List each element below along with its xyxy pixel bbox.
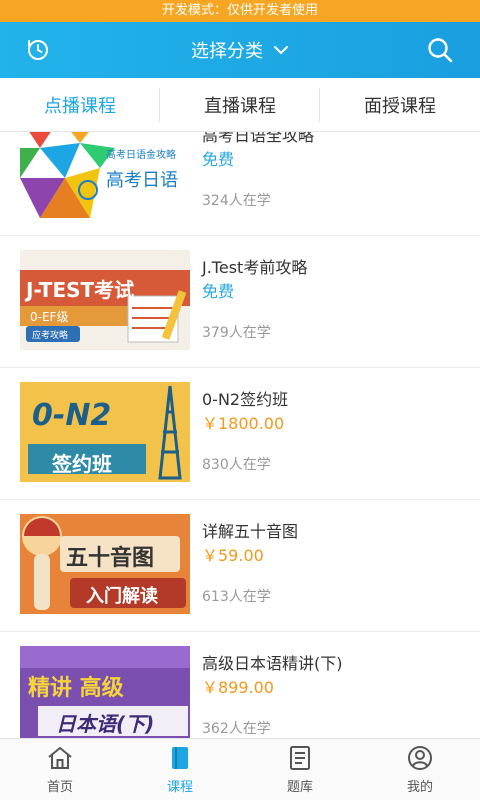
tab-label: 直播课程 — [204, 95, 276, 117]
tab-label: 点播课程 — [44, 95, 116, 117]
bottom-navigation: 首页 课程 题库 我的 — [0, 738, 480, 800]
thumbnail-title: 五十音图 — [66, 546, 155, 571]
thumbnail-subtitle: 日本语(下) — [56, 712, 155, 736]
user-icon — [408, 746, 432, 770]
nav-label: 课程 — [166, 780, 193, 795]
course-price: 免费 — [202, 282, 235, 301]
tab-on-demand[interactable]: 点播课程 — [0, 78, 160, 131]
course-title: 详解五十音图 — [202, 522, 299, 541]
nav-label: 题库 — [286, 780, 313, 795]
search-icon[interactable] — [426, 36, 454, 64]
document-icon — [290, 746, 310, 770]
course-students: 324人在学 — [202, 193, 271, 209]
nav-home[interactable]: 首页 — [0, 739, 120, 800]
nav-question-bank[interactable]: 题库 — [240, 739, 360, 800]
nav-profile[interactable]: 我的 — [360, 739, 480, 800]
course-title: 0-N2签约班 — [202, 390, 289, 409]
course-list[interactable]: 高考日语金攻略 高考日语 高考日语全攻略 免费 324人在学 J-TEST考试 … — [0, 132, 480, 738]
course-type-tabs: 点播课程 直播课程 面授课程 — [0, 78, 480, 132]
thumbnail-title: J-TEST考试 — [26, 278, 135, 302]
nav-label: 我的 — [406, 780, 433, 795]
course-price: ￥59.00 — [202, 546, 264, 565]
course-students: 613人在学 — [202, 589, 271, 605]
thumbnail-tag: 应考攻略 — [32, 331, 69, 341]
nav-label: 首页 — [46, 780, 73, 795]
top-header: 选择分类 — [0, 22, 480, 78]
thumbnail-title: 高考日语 — [106, 170, 178, 191]
chevron-down-icon — [274, 46, 288, 54]
tab-in-person[interactable]: 面授课程 — [320, 78, 480, 131]
course-price: ￥899.00 — [202, 678, 274, 697]
home-icon — [48, 747, 72, 769]
course-title: 高级日本语精讲(下) — [202, 654, 343, 673]
thumbnail-title: 0-N2 — [32, 398, 112, 433]
category-title: 选择分类 — [191, 41, 263, 62]
thumbnail-subtitle: 入门解读 — [86, 586, 158, 607]
course-thumbnail: J-TEST考试 0-EF级 应考攻略 — [20, 250, 190, 350]
course-thumbnail: 0-N2 签约班 — [20, 382, 190, 482]
course-title: J.Test考前攻略 — [202, 258, 308, 277]
thumbnail-subtitle: 签约班 — [52, 452, 112, 476]
course-students: 830人在学 — [202, 457, 271, 473]
category-selector[interactable]: 选择分类 — [191, 37, 289, 63]
course-thumbnail: 高考日语金攻略 高考日语 — [20, 132, 190, 218]
thumbnail-subtitle: 0-EF级 — [30, 310, 69, 324]
course-price: 免费 — [202, 150, 235, 169]
course-price: ￥1800.00 — [202, 414, 285, 433]
course-students: 362人在学 — [202, 721, 271, 737]
course-thumbnail: 五十音图 入门解读 — [20, 514, 190, 614]
course-item[interactable]: J-TEST考试 0-EF级 应考攻略 J.Test考前攻略 免费 379人在学 — [0, 236, 480, 368]
course-students: 379人在学 — [202, 325, 271, 341]
thumbnail-subtitle: 高考日语金攻略 — [106, 150, 176, 161]
thumbnail-title: 精讲 高级 — [28, 676, 124, 701]
book-icon — [172, 747, 188, 769]
course-item[interactable]: 高考日语金攻略 高考日语 高考日语全攻略 免费 324人在学 — [0, 132, 480, 236]
dev-mode-banner: 开发模式：仅供开发者使用 — [0, 0, 480, 22]
course-thumbnail: 精讲 高级 日本语(下) — [20, 646, 190, 738]
course-title: 高考日语全攻略 — [202, 132, 315, 145]
tab-label: 面授课程 — [364, 95, 436, 117]
course-item[interactable]: 五十音图 入门解读 详解五十音图 ￥59.00 613人在学 — [0, 500, 480, 632]
nav-courses[interactable]: 课程 — [120, 739, 240, 800]
tab-live[interactable]: 直播课程 — [160, 78, 320, 131]
course-item[interactable]: 0-N2 签约班 0-N2签约班 ￥1800.00 830人在学 — [0, 368, 480, 500]
course-item[interactable]: 精讲 高级 日本语(下) 高级日本语精讲(下) ￥899.00 362人在学 — [0, 632, 480, 738]
clock-history-icon[interactable] — [26, 38, 50, 62]
